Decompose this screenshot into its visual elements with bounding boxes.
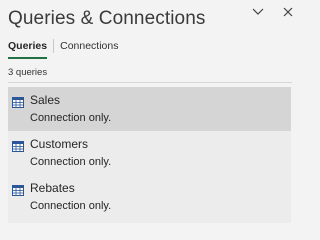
query-count: 3 queries — [8, 67, 48, 78]
pane-title: Queries & Connections — [8, 8, 206, 29]
queries-connections-pane: Queries & Connections Queries Connection… — [0, 0, 300, 231]
pane-header-buttons — [250, 4, 296, 20]
table-icon — [12, 183, 24, 196]
query-status: Connection only. — [30, 156, 112, 168]
query-item-customers[interactable]: Customers Connection only. — [8, 131, 291, 175]
tab-strip: Queries Connections — [8, 39, 118, 61]
query-item-rebates[interactable]: Rebates Connection only. — [8, 175, 291, 219]
table-icon — [12, 95, 24, 108]
query-name: Customers — [30, 137, 89, 151]
query-item-sales[interactable]: Sales Connection only. — [8, 87, 291, 131]
tab-queries[interactable]: Queries — [8, 39, 48, 61]
query-name: Rebates — [30, 181, 75, 195]
close-icon[interactable] — [280, 4, 296, 20]
query-name: Sales — [30, 93, 61, 107]
query-list: Sales Connection only. Customers Connect… — [8, 87, 291, 223]
table-icon — [12, 139, 24, 152]
query-status: Connection only. — [30, 112, 112, 124]
query-status: Connection only. — [30, 200, 112, 212]
tab-separator — [53, 39, 55, 53]
tab-connections[interactable]: Connections — [60, 39, 118, 61]
chevron-down-icon[interactable] — [250, 4, 266, 20]
divider — [8, 82, 292, 83]
